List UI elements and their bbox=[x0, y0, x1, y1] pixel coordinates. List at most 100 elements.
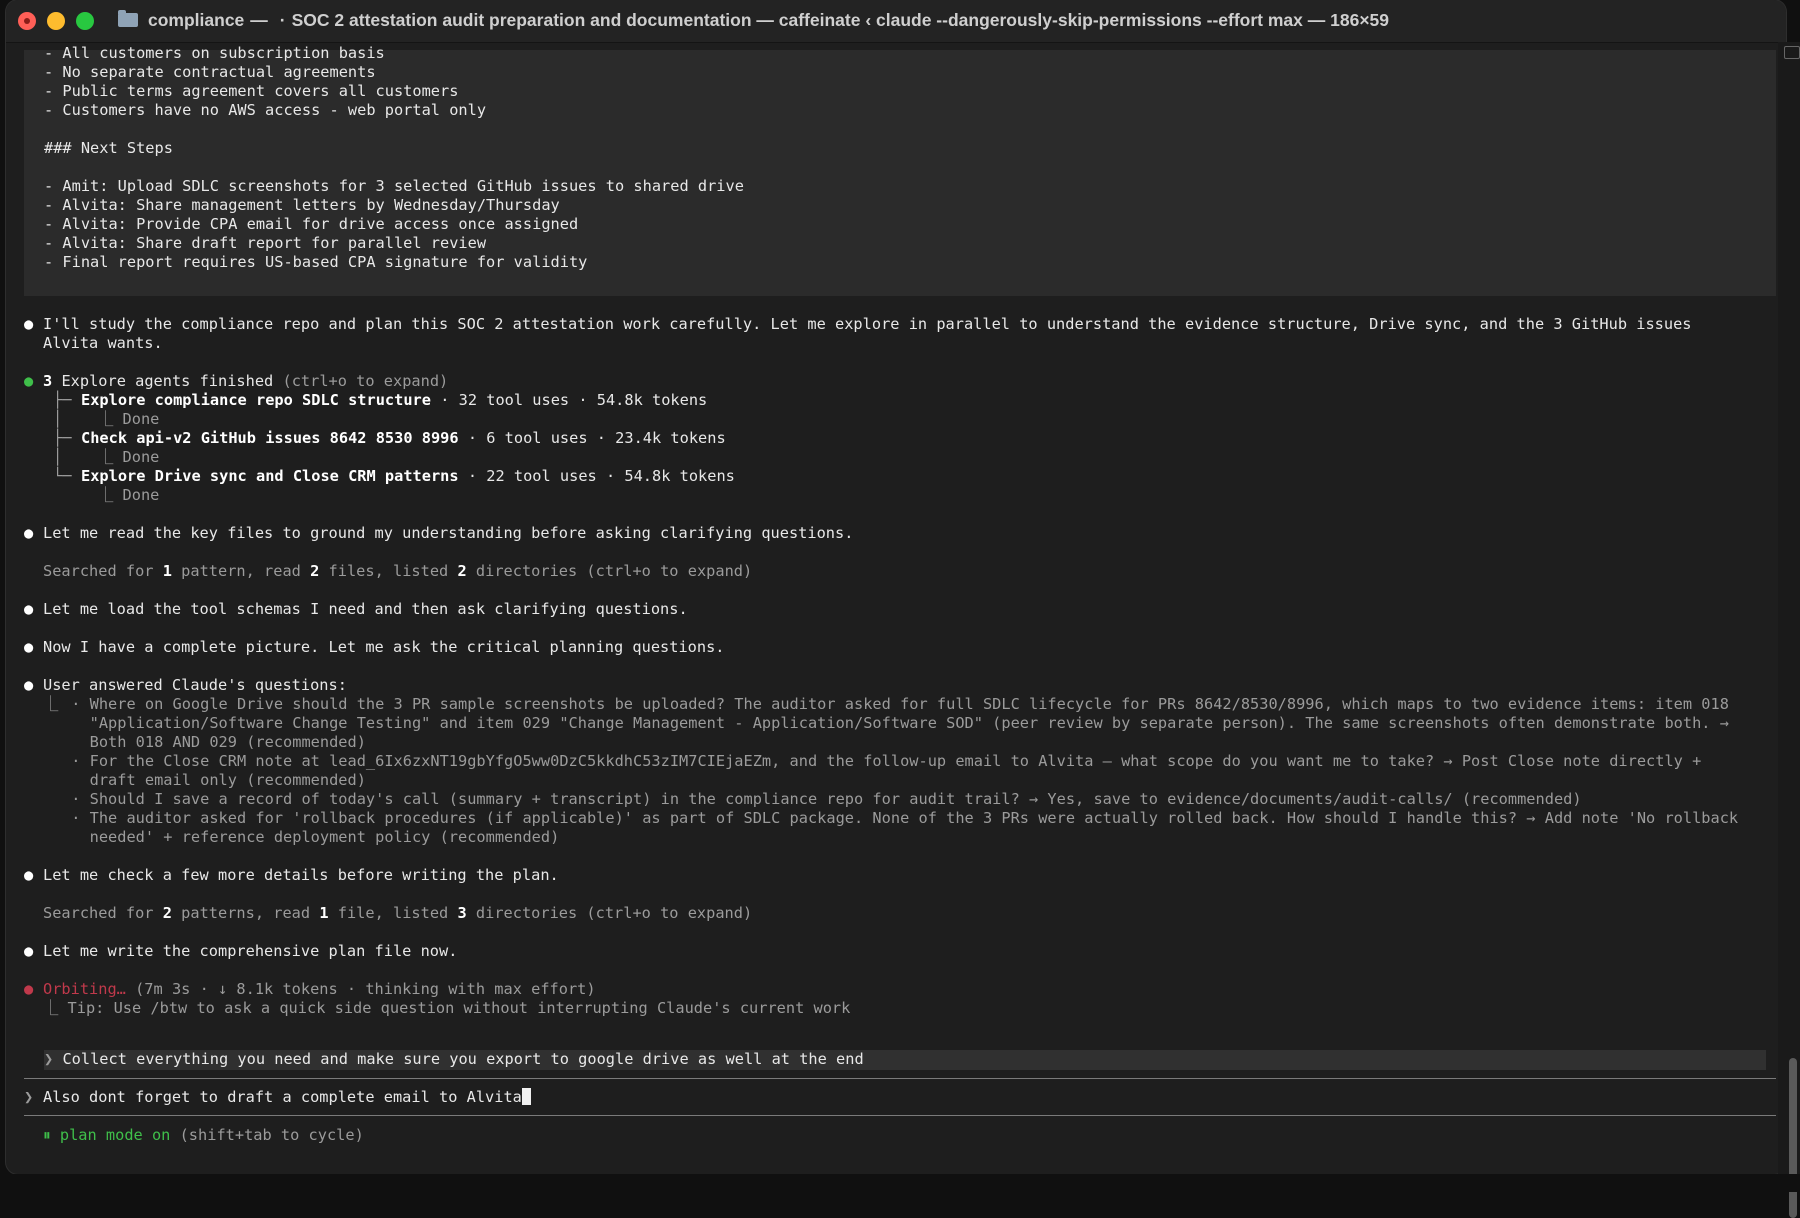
notes-line: - No separate contractual agreements bbox=[44, 63, 376, 81]
status-meta: (7m 3s · ↓ 8.1k tokens · thinking with m… bbox=[125, 980, 596, 998]
notes-line: - Amit: Upload SDLC screenshots for 3 se… bbox=[44, 177, 744, 195]
message-text-continued: Alvita wants. bbox=[43, 334, 163, 352]
agent-name: Explore Drive sync and Close CRM pattern… bbox=[81, 467, 459, 485]
agents-summary[interactable]: ● 3 Explore agents finished (ctrl+o to ex… bbox=[24, 372, 448, 391]
success-bullet-icon: ● bbox=[24, 372, 34, 390]
minimize-window-button[interactable] bbox=[47, 12, 65, 30]
assistant-message: ● User answered Claude's questions: bbox=[24, 676, 347, 695]
qa-line: Both 018 AND 029 (recommended) bbox=[62, 733, 366, 751]
message-text: Now I have a complete picture. Let me as… bbox=[43, 638, 725, 656]
agent-status: ⎿ Done bbox=[98, 486, 159, 505]
qa-line: draft email only (recommended) bbox=[62, 771, 366, 789]
agent-status-text: Done bbox=[122, 410, 160, 428]
input-top-divider bbox=[24, 1078, 1776, 1079]
text-cursor bbox=[521, 1088, 531, 1105]
queued-prompt-icon: ❯ bbox=[44, 1050, 54, 1068]
tip-line: ⎿ Tip: Use /btw to ask a quick side ques… bbox=[43, 999, 850, 1018]
prompt-input[interactable]: ❯ Also dont forget to draft a complete em… bbox=[24, 1088, 531, 1107]
assistant-message: ● I'll study the compliance repo and plan… bbox=[24, 315, 1692, 334]
search-count: 1 bbox=[162, 562, 172, 580]
corner-icon: ⎿ bbox=[98, 486, 114, 504]
message-bullet-icon: ● bbox=[24, 866, 34, 884]
scrollbar-thumb[interactable] bbox=[1789, 1058, 1797, 1218]
sidebar-toggle-icon[interactable] bbox=[1784, 46, 1800, 59]
title-dash: — bbox=[250, 10, 268, 30]
notes-line: - Customers have no AWS access - web por… bbox=[44, 101, 487, 119]
working-status: ● Orbiting… (7m 3s · ↓ 8.1k tokens · thin… bbox=[24, 980, 596, 999]
search-text: Searched for bbox=[43, 904, 163, 922]
message-text: I'll study the compliance repo and plan … bbox=[43, 315, 1692, 333]
message-bullet-icon: ● bbox=[24, 676, 34, 694]
mode-indicator[interactable]: ⏸ plan mode on (shift+tab to cycle) bbox=[43, 1126, 364, 1145]
agent-stats: · 32 tool uses · 54.8k tokens bbox=[440, 391, 708, 409]
assistant-message: ● Let me check a few more details before … bbox=[24, 866, 559, 885]
qa-line: "Application/Software Change Testing" an… bbox=[62, 714, 1729, 732]
assistant-message: ● Let me load the tool schemas I need and… bbox=[24, 600, 688, 619]
qa-line: · The auditor asked for 'rollback proced… bbox=[62, 809, 1739, 827]
qa-line: · Should I save a record of today's call… bbox=[62, 790, 1582, 808]
window-title: compliance — · SOC 2 attestation audit prep… bbox=[148, 10, 1389, 31]
agent-name: Check api-v2 GitHub issues 8642 8530 899… bbox=[81, 429, 459, 447]
folder-icon bbox=[118, 10, 138, 27]
tree-pipe-icon: │ bbox=[53, 410, 63, 428]
qa-line: · Where on Google Drive should the 3 PR … bbox=[62, 695, 1729, 713]
terminal-window: compliance — · SOC 2 attestation audit prep… bbox=[6, 0, 1786, 1174]
search-text: directories (ctrl+o to expand) bbox=[466, 562, 753, 580]
desktop-background bbox=[0, 1174, 1800, 1192]
tree-branch-icon: ├─ bbox=[53, 429, 72, 447]
assistant-message: ● Let me write the comprehensive plan fil… bbox=[24, 942, 457, 961]
search-summary[interactable]: Searched for 2 patterns, read 1 file, li… bbox=[43, 904, 752, 923]
message-bullet-icon: ● bbox=[24, 524, 34, 542]
message-bullet-icon: ● bbox=[24, 600, 34, 618]
agents-expand-hint: (ctrl+o to expand) bbox=[282, 372, 449, 390]
corner-icon: ⎿ bbox=[43, 999, 59, 1017]
search-count: 2 bbox=[457, 562, 467, 580]
message-bullet-icon: ● bbox=[24, 638, 34, 656]
search-text: file, listed bbox=[328, 904, 458, 922]
terminal-content[interactable]: - All customers on subscription basis - … bbox=[18, 44, 1780, 1170]
window-folder-name: compliance bbox=[148, 10, 245, 30]
search-text: files, listed bbox=[319, 562, 458, 580]
search-count: 3 bbox=[457, 904, 467, 922]
queued-message-text: Collect everything you need and make sur… bbox=[62, 1050, 864, 1068]
search-summary[interactable]: Searched for 1 pattern, read 2 files, li… bbox=[43, 562, 752, 581]
message-bullet-icon: ● bbox=[24, 315, 34, 333]
input-value[interactable]: Also dont forget to draft a complete ema… bbox=[43, 1088, 522, 1106]
agent-stats: · 22 tool uses · 54.8k tokens bbox=[467, 467, 735, 485]
input-bottom-divider bbox=[24, 1115, 1776, 1116]
message-text: Let me read the key files to ground my u… bbox=[43, 524, 854, 542]
tree-last-icon: └─ bbox=[53, 467, 72, 485]
tip-text: Tip: Use /btw to ask a quick side questi… bbox=[67, 999, 851, 1017]
spinner-icon: ● bbox=[24, 980, 34, 998]
agent-status-text: Done bbox=[122, 486, 160, 504]
qa-line: needed' + reference deployment policy (r… bbox=[62, 828, 560, 846]
search-count: 2 bbox=[162, 904, 172, 922]
zoom-window-button[interactable] bbox=[76, 12, 94, 30]
agent-row: Check api-v2 GitHub issues 8642 8530 899… bbox=[81, 429, 726, 448]
corner-icon: ⎿ bbox=[98, 448, 114, 466]
title-dot: · bbox=[279, 10, 286, 30]
notes-line: - Public terms agreement covers all cust… bbox=[44, 82, 459, 100]
close-window-button[interactable] bbox=[18, 12, 36, 30]
status-word: Orbiting… bbox=[43, 980, 126, 998]
pause-icon: ⏸ bbox=[43, 1126, 51, 1144]
assistant-message: ● Now I have a complete picture. Let me a… bbox=[24, 638, 725, 657]
scrollbar-track[interactable] bbox=[1778, 42, 1800, 1218]
notes-heading: ### Next Steps bbox=[44, 139, 173, 157]
agent-status: ⎿ Done bbox=[98, 410, 159, 429]
notes-line: - Alvita: Share draft report for paralle… bbox=[44, 234, 487, 252]
agents-count: 3 bbox=[43, 372, 53, 390]
corner-icon: ⎿ bbox=[43, 695, 59, 713]
agent-status: ⎿ Done bbox=[98, 448, 159, 467]
agent-name: Explore compliance repo SDLC structure bbox=[81, 391, 431, 409]
notes-line: - Alvita: Provide CPA email for drive ac… bbox=[44, 215, 579, 233]
search-text: pattern, read bbox=[171, 562, 311, 580]
search-text: Searched for bbox=[43, 562, 163, 580]
agent-stats: · 6 tool uses · 23.4k tokens bbox=[467, 429, 726, 447]
search-text: directories (ctrl+o to expand) bbox=[466, 904, 753, 922]
title-bar: compliance — · SOC 2 attestation audit prep… bbox=[6, 0, 1786, 43]
tree-branch-icon: ├─ bbox=[53, 391, 72, 409]
tree-pipe-icon: │ bbox=[53, 448, 63, 466]
notes-line: - Alvita: Share management letters by We… bbox=[44, 196, 560, 214]
queued-message: ❯ Collect everything you need and make s… bbox=[44, 1050, 864, 1069]
